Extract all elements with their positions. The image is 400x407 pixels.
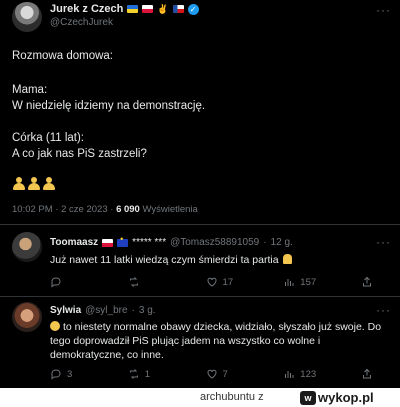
views-icon xyxy=(285,279,294,286)
emoji-row xyxy=(12,177,55,190)
tweet-text-line: Mama: xyxy=(12,84,48,96)
like-button[interactable]: 7 xyxy=(206,368,284,380)
reply-icon xyxy=(51,369,61,380)
reply-author-name[interactable]: Toomaasz xyxy=(50,237,98,248)
wykop-logo-icon: w xyxy=(300,390,316,405)
ukraine-flag-icon xyxy=(127,5,139,13)
tweet-text-line: W niedzielę idziemy na demonstrację. xyxy=(12,100,206,112)
views-count: 157 xyxy=(300,276,317,288)
separator: · xyxy=(55,204,59,215)
more-icon[interactable]: ··· xyxy=(376,303,391,317)
share-icon xyxy=(363,276,372,287)
main-tweet: Jurek z Czech ✌ ✓ @CzechJurek ··· Rozmow… xyxy=(0,0,400,220)
person-emoji-icon xyxy=(42,177,55,190)
wykop-site-name: wykop.pl xyxy=(318,390,374,405)
like-count: 7 xyxy=(222,368,228,380)
footer: archubuntu z w wykop.pl xyxy=(0,388,400,407)
views-button[interactable]: 123 xyxy=(283,368,361,380)
share-icon xyxy=(363,368,372,379)
avatar[interactable] xyxy=(12,2,42,32)
like-button[interactable]: 17 xyxy=(206,276,284,288)
views-count: 6 090 xyxy=(116,204,140,215)
views-icon xyxy=(285,371,294,378)
tweet-time[interactable]: 10:02 PM xyxy=(12,204,53,215)
retweet-icon xyxy=(129,277,138,287)
footer-username[interactable]: archubuntu xyxy=(200,391,255,403)
reply-header: Sylwia @syl_bre · 3 g. xyxy=(50,305,156,316)
reply-author-suffix: ***** *** xyxy=(132,237,167,248)
tweet-screenshot: Jurek z Czech ✌ ✓ @CzechJurek ··· Rozmow… xyxy=(0,0,400,388)
retweet-count: 1 xyxy=(144,368,151,380)
tweet-text-line: Rozmowa domowa: xyxy=(12,50,113,62)
reply-tweet[interactable]: Sylwia @syl_bre · 3 g. ··· to niestety n… xyxy=(0,298,400,388)
separator: · xyxy=(110,204,114,215)
reply-text: Już nawet 11 latki wiedzą czym śmierdzi … xyxy=(50,253,390,267)
reply-button[interactable]: 3 xyxy=(50,368,128,380)
reply-author-handle[interactable]: @syl_bre xyxy=(85,305,127,316)
reply-count: 3 xyxy=(67,368,73,380)
reply-time[interactable]: 12 g. xyxy=(271,237,293,248)
victory-hand-icon: ✌ xyxy=(157,3,169,14)
tweet-text-line: Córka (11 lat): xyxy=(12,132,85,144)
person-emoji-icon xyxy=(27,177,40,190)
views-count: 123 xyxy=(300,368,317,380)
like-count: 17 xyxy=(222,276,234,288)
reply-text-content: to niestety normalne obawy dziecka, widz… xyxy=(50,321,382,361)
retweet-button[interactable] xyxy=(128,276,206,288)
reply-author-handle[interactable]: @Tomasz58891059 xyxy=(170,237,259,248)
divider xyxy=(0,296,400,297)
reply-button[interactable] xyxy=(50,276,128,288)
author-name[interactable]: Jurek z Czech xyxy=(50,3,123,15)
more-icon[interactable]: ··· xyxy=(376,235,391,249)
tweet-meta: 10:02 PM · 2 cze 2023 · 6 090 Wyświetlen… xyxy=(12,204,198,215)
like-icon xyxy=(207,277,217,287)
views-label: Wyświetlenia xyxy=(142,204,198,215)
divider xyxy=(0,224,400,225)
more-icon[interactable]: ··· xyxy=(376,3,391,17)
reply-text-content: Już nawet 11 latki wiedzą czym śmierdzi … xyxy=(50,254,279,266)
reply-actions: 17 157 xyxy=(50,276,380,288)
verified-icon: ✓ xyxy=(187,3,199,15)
wykop-logo[interactable]: w wykop.pl xyxy=(300,390,374,405)
person-emoji-icon xyxy=(283,254,293,264)
author-row: Jurek z Czech ✌ ✓ xyxy=(50,3,199,15)
reply-icon xyxy=(51,277,61,288)
slightly-frowning-face-icon xyxy=(50,321,60,331)
eu-flag-icon xyxy=(117,234,129,247)
reply-time[interactable]: 3 g. xyxy=(139,305,156,316)
reply-text: to niestety normalne obawy dziecka, widz… xyxy=(50,320,390,362)
views-button[interactable]: 157 xyxy=(283,276,361,288)
share-button[interactable] xyxy=(361,368,380,380)
reply-author-name[interactable]: Sylwia xyxy=(50,305,81,316)
tweet-date[interactable]: 2 cze 2023 xyxy=(61,204,107,215)
author-handle[interactable]: @CzechJurek xyxy=(50,17,113,28)
separator: · xyxy=(263,237,267,248)
share-button[interactable] xyxy=(361,276,380,288)
retweet-icon xyxy=(129,369,138,379)
footer-credit: archubuntu z xyxy=(200,391,264,403)
poland-flag-icon xyxy=(142,5,154,13)
reply-actions: 3 1 7 123 xyxy=(50,368,380,380)
like-icon xyxy=(207,369,217,379)
tweet-text-line: A co jak nas PiS zastrzeli? xyxy=(12,148,147,160)
reply-header: Toomaasz ***** *** @Tomasz58891059 · 12 … xyxy=(50,234,293,249)
reply-tweet[interactable]: Toomaasz ***** *** @Tomasz58891059 · 12 … xyxy=(0,226,400,296)
avatar[interactable] xyxy=(12,302,42,332)
footer-z: z xyxy=(258,391,264,403)
czech-flag-icon xyxy=(172,5,184,13)
avatar[interactable] xyxy=(12,232,42,262)
separator: · xyxy=(131,305,135,316)
person-emoji-icon xyxy=(12,177,25,190)
poland-flag-icon xyxy=(102,238,114,247)
retweet-button[interactable]: 1 xyxy=(128,368,206,380)
